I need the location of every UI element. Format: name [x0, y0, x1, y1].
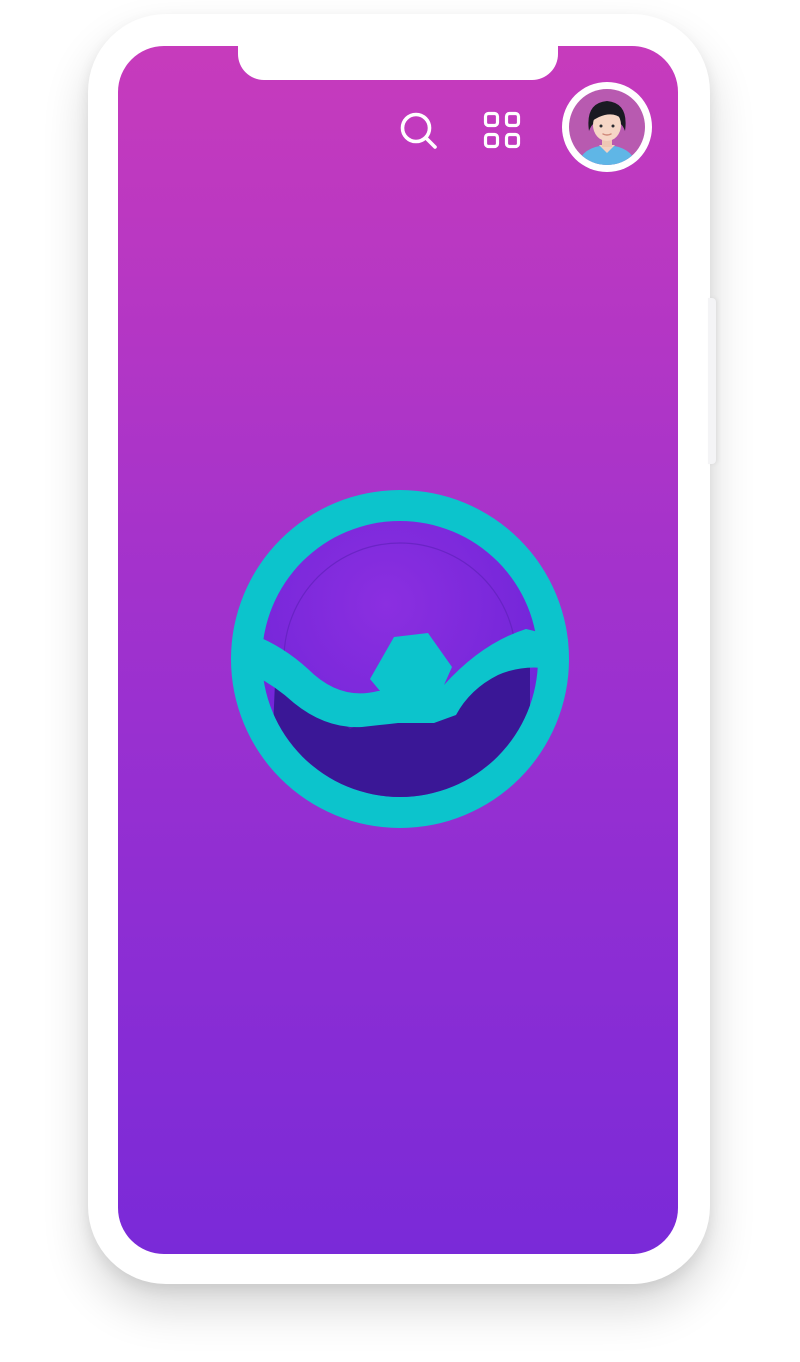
search-button[interactable]: [396, 108, 442, 154]
phone-side-button: [708, 298, 716, 464]
profile-avatar-button[interactable]: [562, 82, 652, 172]
app-logo-icon: [231, 490, 569, 828]
grid-icon: [483, 111, 521, 149]
device-mockup: [0, 0, 800, 1362]
user-avatar-icon: [569, 89, 645, 165]
screen-notch: [238, 46, 558, 80]
search-icon: [400, 112, 437, 149]
phone-screen: [118, 46, 678, 1254]
apps-grid-button[interactable]: [480, 108, 526, 154]
app-logo: [230, 489, 570, 829]
